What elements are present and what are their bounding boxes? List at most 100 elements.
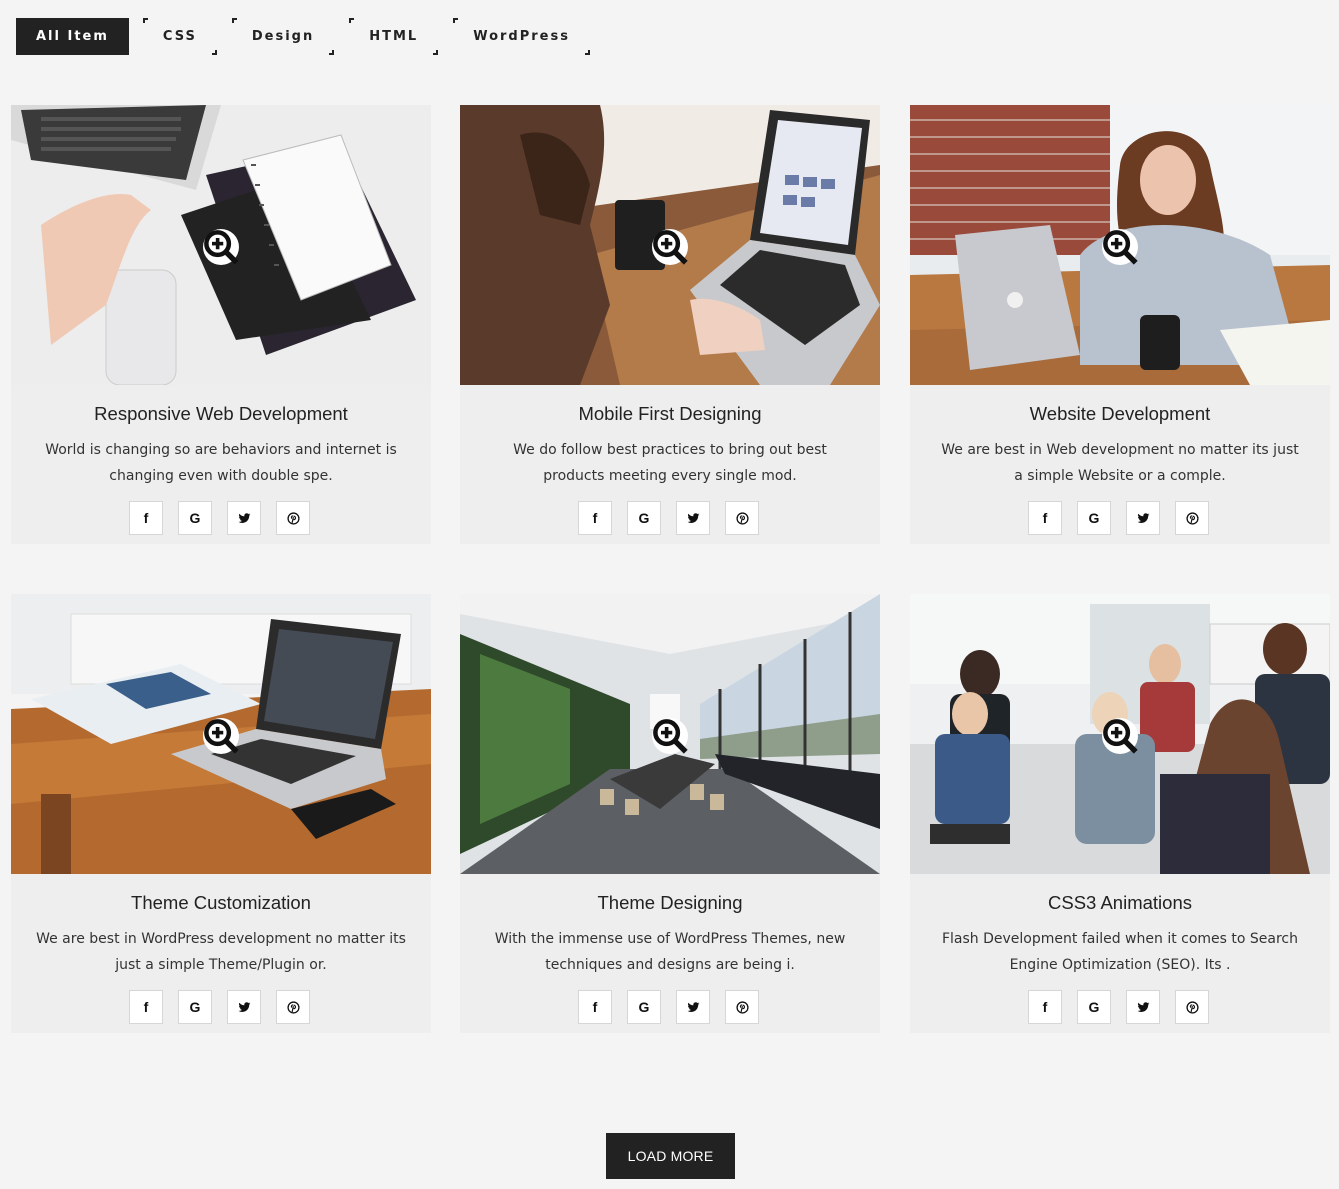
google-icon: G	[638, 510, 650, 526]
google-button[interactable]: G	[178, 990, 212, 1024]
card-title[interactable]: CSS3 Animations	[910, 892, 1330, 914]
pinterest-button[interactable]	[276, 990, 310, 1024]
portfolio-filter-bar: All Item CSS Design HTML WordPress	[16, 18, 605, 55]
google-icon: G	[189, 510, 201, 526]
facebook-button[interactable]: f	[578, 501, 612, 535]
twitter-button[interactable]	[676, 501, 710, 535]
pinterest-icon	[1185, 511, 1199, 525]
facebook-icon: f	[1042, 510, 1048, 526]
zoom-button[interactable]	[1102, 718, 1138, 754]
google-button[interactable]: G	[627, 990, 661, 1024]
card-title[interactable]: Responsive Web Development	[11, 403, 431, 425]
pinterest-button[interactable]	[725, 990, 759, 1024]
card-description: We are best in WordPress development no …	[36, 931, 406, 973]
google-button[interactable]: G	[627, 501, 661, 535]
zoom-in-icon	[204, 719, 239, 754]
portfolio-card: Website Development We are best in Web d…	[910, 105, 1330, 544]
filter-label: WordPress	[473, 29, 570, 44]
zoom-button[interactable]	[1102, 229, 1138, 265]
card-title[interactable]: Website Development	[910, 403, 1330, 425]
card-title[interactable]: Mobile First Designing	[460, 403, 880, 425]
zoom-in-icon	[1103, 230, 1138, 265]
facebook-button[interactable]: f	[578, 990, 612, 1024]
filter-html[interactable]: HTML	[349, 18, 439, 55]
card-title[interactable]: Theme Customization	[11, 892, 431, 914]
load-more-label: LOAD MORE	[627, 1148, 714, 1164]
filter-label: All Item	[36, 29, 109, 44]
google-button[interactable]: G	[178, 501, 212, 535]
twitter-icon	[1137, 1001, 1149, 1012]
twitter-button[interactable]	[227, 501, 261, 535]
card-description: With the immense use of WordPress Themes…	[494, 931, 846, 973]
social-links: f G	[129, 990, 310, 1024]
card-image[interactable]	[910, 105, 1330, 385]
pinterest-button[interactable]	[276, 501, 310, 535]
pinterest-button[interactable]	[1175, 990, 1209, 1024]
filter-all-item[interactable]: All Item	[16, 18, 129, 55]
card-description: World is changing so are behaviors and i…	[45, 442, 397, 484]
portfolio-card: Responsive Web Development World is chan…	[11, 105, 431, 544]
google-button[interactable]: G	[1077, 501, 1111, 535]
google-icon: G	[189, 999, 201, 1015]
zoom-in-icon	[1103, 719, 1138, 754]
zoom-in-icon	[653, 230, 688, 265]
twitter-button[interactable]	[227, 990, 261, 1024]
card-image[interactable]	[11, 594, 431, 874]
zoom-button[interactable]	[203, 229, 239, 265]
card-description: We are best in Web development no matter…	[941, 442, 1299, 484]
facebook-button[interactable]: f	[129, 501, 163, 535]
zoom-in-icon	[204, 230, 239, 265]
facebook-icon: f	[143, 510, 149, 526]
facebook-icon: f	[1042, 999, 1048, 1015]
card-image[interactable]	[460, 594, 880, 874]
social-links: f G	[129, 501, 310, 535]
zoom-in-icon	[653, 719, 688, 754]
load-more-button[interactable]: LOAD MORE	[606, 1133, 735, 1179]
pinterest-icon	[1185, 1000, 1199, 1014]
twitter-button[interactable]	[1126, 990, 1160, 1024]
zoom-button[interactable]	[652, 718, 688, 754]
pinterest-icon	[735, 511, 749, 525]
portfolio-card: Theme Customization We are best in WordP…	[11, 594, 431, 1033]
card-description: Flash Development failed when it comes t…	[941, 931, 1299, 973]
card-description: We do follow best practices to bring out…	[513, 442, 827, 484]
filter-label: CSS	[162, 29, 197, 44]
facebook-button[interactable]: f	[1028, 990, 1062, 1024]
card-image[interactable]	[910, 594, 1330, 874]
filter-design[interactable]: Design	[231, 18, 335, 55]
pinterest-icon	[286, 1000, 300, 1014]
card-image[interactable]	[460, 105, 880, 385]
facebook-button[interactable]: f	[1028, 501, 1062, 535]
social-links: f G	[1028, 990, 1209, 1024]
social-links: f G	[578, 990, 759, 1024]
social-links: f G	[578, 501, 759, 535]
twitter-icon	[238, 512, 250, 523]
pinterest-icon	[735, 1000, 749, 1014]
facebook-icon: f	[592, 510, 598, 526]
google-icon: G	[1088, 999, 1100, 1015]
pinterest-button[interactable]	[725, 501, 759, 535]
card-image[interactable]	[11, 105, 431, 385]
twitter-icon	[1137, 512, 1149, 523]
filter-label: HTML	[369, 29, 419, 44]
pinterest-button[interactable]	[1175, 501, 1209, 535]
google-icon: G	[1088, 510, 1100, 526]
card-title[interactable]: Theme Designing	[460, 892, 880, 914]
twitter-icon	[238, 1001, 250, 1012]
filter-wordpress[interactable]: WordPress	[453, 18, 590, 55]
facebook-button[interactable]: f	[129, 990, 163, 1024]
zoom-button[interactable]	[203, 718, 239, 754]
twitter-button[interactable]	[1126, 501, 1160, 535]
twitter-icon	[687, 512, 699, 523]
google-button[interactable]: G	[1077, 990, 1111, 1024]
social-links: f G	[1028, 501, 1209, 535]
twitter-icon	[687, 1001, 699, 1012]
facebook-icon: f	[143, 999, 149, 1015]
filter-label: Design	[251, 29, 315, 44]
google-icon: G	[638, 999, 650, 1015]
pinterest-icon	[286, 511, 300, 525]
zoom-button[interactable]	[652, 229, 688, 265]
twitter-button[interactable]	[676, 990, 710, 1024]
filter-css[interactable]: CSS	[142, 18, 217, 55]
portfolio-card: Mobile First Designing We do follow best…	[460, 105, 880, 544]
